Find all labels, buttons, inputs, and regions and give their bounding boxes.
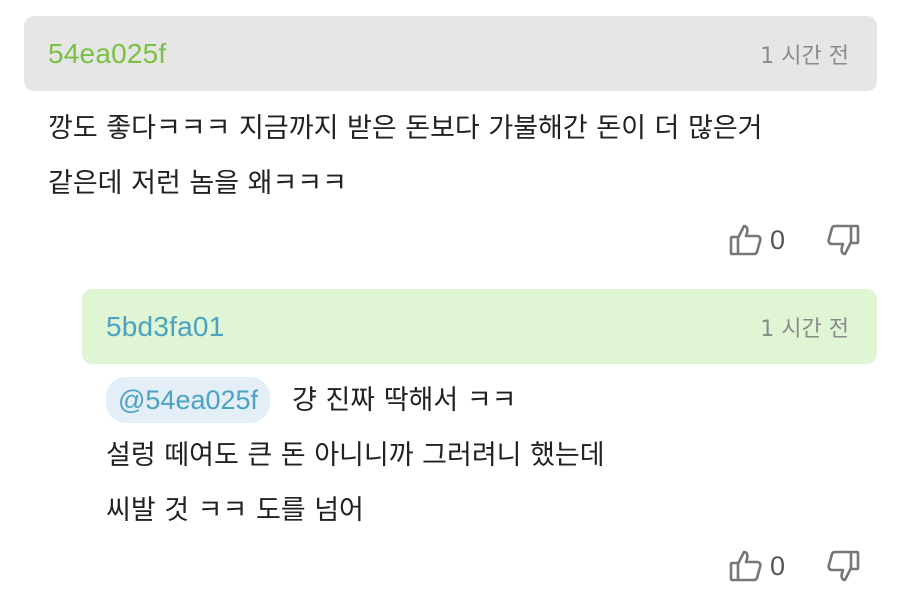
reply-author[interactable]: 5bd3fa01 [106,311,224,343]
mention-chip[interactable]: @54ea025f [106,377,271,423]
comment-line: 깡도 좋다ㅋㅋㅋ 지금까지 받은 돈보다 가불해간 돈이 더 많은거 [48,113,763,144]
reply-header: 5bd3fa01 1 시간 전 [82,289,877,364]
comment-header: 54ea025f 1 시간 전 [24,16,877,91]
reply-line: @54ea025f 걍 진짜 딱해서 ㅋㅋ [106,373,605,428]
reply-line: 설렁 떼여도 큰 돈 아니니까 그러려니 했는데 [106,440,605,471]
comment-timestamp: 1 시간 전 [760,43,849,69]
reply-reactions: 0 [728,548,861,584]
like-count: 0 [770,224,786,255]
thumbs-up-icon[interactable] [728,548,764,584]
comment-reactions: 0 [728,222,861,258]
reply-line: 씨발 것 ㅋㅋ 도를 넘어 [106,495,364,526]
reply-timestamp: 1 시간 전 [760,316,849,342]
thumbs-down-icon[interactable] [825,548,861,584]
comment-body: 깡도 좋다ㅋㅋㅋ 지금까지 받은 돈보다 가불해간 돈이 더 많은거 같은데 저… [48,101,763,211]
reply-body: @54ea025f 걍 진짜 딱해서 ㅋㅋ 설렁 떼여도 큰 돈 아니니까 그러려… [106,373,605,538]
reply-line-text: 걍 진짜 딱해서 ㅋㅋ [292,385,517,416]
thumbs-down-icon[interactable] [825,222,861,258]
like-count: 0 [770,550,786,581]
thumbs-up-icon[interactable] [728,222,764,258]
comment-author[interactable]: 54ea025f [48,38,166,70]
comment-line: 같은데 저런 놈을 왜ㅋㅋㅋ [48,168,347,199]
